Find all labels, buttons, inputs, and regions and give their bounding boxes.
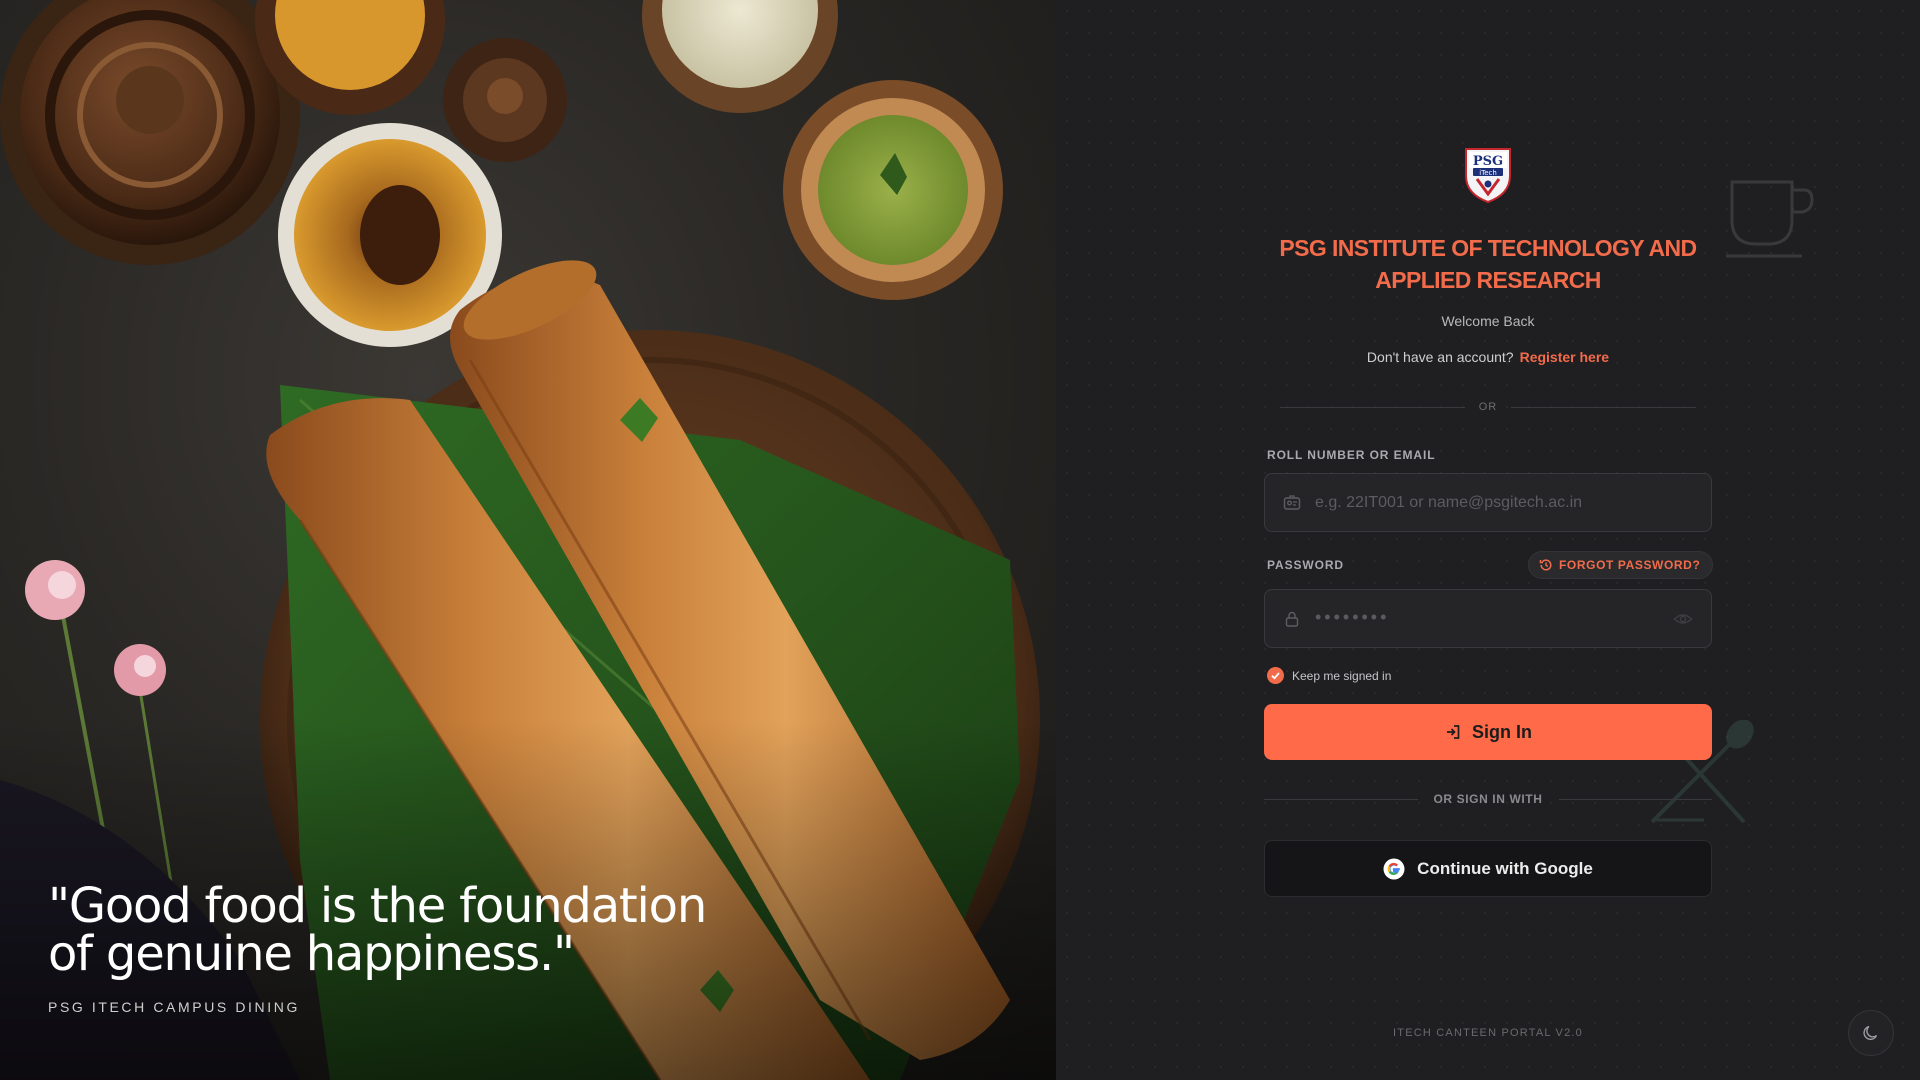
coffee-cup-icon	[1726, 180, 1814, 258]
identifier-label: ROLL NUMBER OR EMAIL	[1267, 448, 1436, 462]
forgot-password-label: FORGOT PASSWORD?	[1559, 558, 1701, 572]
welcome-text: Welcome Back	[1441, 313, 1535, 329]
password-input[interactable]	[1315, 590, 1673, 647]
theme-toggle-button[interactable]	[1848, 1010, 1894, 1056]
register-prompt: Don't have an account? Register here	[1288, 349, 1688, 365]
login-icon	[1447, 725, 1460, 739]
id-card-icon	[1283, 494, 1301, 510]
google-icon	[1383, 858, 1405, 879]
hero-caption: PSG ITECH CAMPUS DINING	[48, 999, 300, 1015]
login-panel: PSG iTech PSG INSTITUTE OF TECHNOLOGY AN…	[1056, 0, 1920, 1080]
moon-icon	[1863, 1025, 1878, 1040]
password-label: PASSWORD	[1267, 558, 1344, 572]
institution-title: PSG INSTITUTE OF TECHNOLOGY AND APPLIED …	[1256, 232, 1720, 296]
identifier-field[interactable]	[1264, 473, 1712, 532]
divider-line	[1558, 798, 1712, 800]
hero-quote-line-1: "Good food is the foundation	[48, 878, 707, 934]
logo-text-itech: iTech	[1479, 169, 1497, 177]
no-account-text: Don't have an account?	[1366, 349, 1514, 365]
google-sign-in-label: Continue with Google	[1417, 858, 1593, 878]
sign-in-button[interactable]: Sign In	[1264, 704, 1712, 760]
remember-me-checkbox[interactable]	[1267, 667, 1284, 684]
hero-panel: "Good food is the foundation of genuine …	[0, 0, 1056, 1080]
logo-text-psg: PSG	[1473, 154, 1503, 169]
register-link[interactable]: Register here	[1520, 349, 1609, 365]
sign-in-with-text: OR SIGN IN WITH	[1433, 792, 1543, 806]
portal-version: ITECH CANTEEN PORTAL V2.0	[1393, 1027, 1583, 1039]
google-sign-in-button[interactable]: Continue with Google	[1264, 840, 1712, 897]
remember-me-toggle[interactable]: Keep me signed in	[1267, 667, 1391, 684]
or-divider: OR	[1280, 399, 1696, 415]
lock-icon	[1285, 611, 1299, 627]
institution-title-line-1: PSG INSTITUTE OF TECHNOLOGY AND	[1279, 235, 1697, 261]
remember-me-label: Keep me signed in	[1292, 668, 1392, 683]
sign-in-with-divider: OR SIGN IN WITH	[1264, 791, 1712, 807]
psg-itech-logo: PSG iTech	[1465, 148, 1511, 204]
institution-title-line-2: APPLIED RESEARCH	[1375, 267, 1601, 293]
hero-quote-line-2: of genuine happiness."	[48, 926, 575, 982]
sign-in-label: Sign In	[1472, 721, 1532, 742]
forgot-password-button[interactable]: FORGOT PASSWORD?	[1528, 551, 1714, 579]
or-divider-text: OR	[1478, 401, 1498, 413]
divider-line	[1264, 798, 1418, 800]
divider-line	[1511, 406, 1696, 408]
history-icon	[1539, 559, 1552, 571]
password-field[interactable]	[1264, 589, 1712, 648]
hero-quote: "Good food is the foundation of genuine …	[48, 882, 768, 978]
divider-line	[1280, 406, 1465, 408]
identifier-input[interactable]	[1315, 474, 1711, 531]
eye-icon[interactable]	[1673, 609, 1693, 629]
check-icon	[1271, 672, 1280, 680]
